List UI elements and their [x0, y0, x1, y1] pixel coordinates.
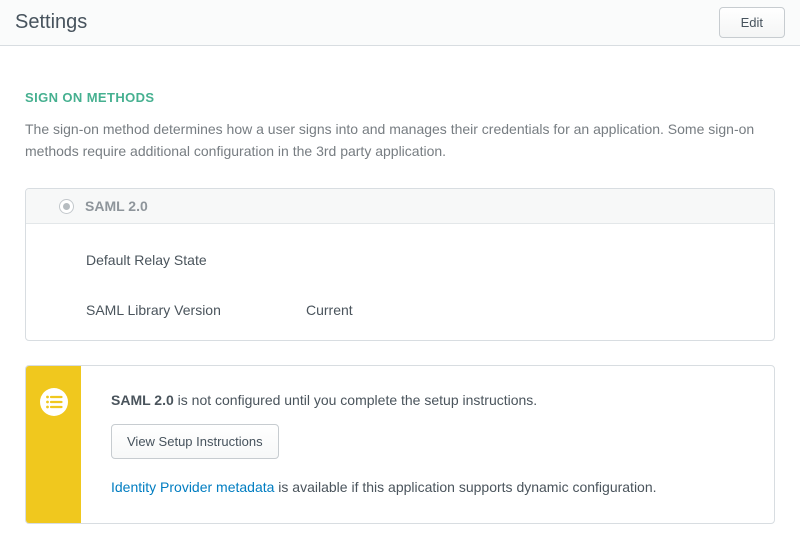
callout-content: SAML 2.0 is not configured until you com… — [81, 366, 677, 523]
edit-button[interactable]: Edit — [719, 7, 785, 38]
saml-card-header: SAML 2.0 — [26, 189, 774, 224]
callout-secondary-rest: is available if this application support… — [274, 479, 656, 495]
callout-message-rest: is not configured until you complete the… — [174, 392, 537, 408]
sign-on-methods-description: The sign-on method determines how a user… — [25, 119, 775, 162]
callout-message-bold: SAML 2.0 — [111, 392, 174, 408]
callout-warning-strip — [26, 366, 81, 523]
field-label: SAML Library Version — [86, 302, 306, 318]
page-header: Settings Edit — [0, 0, 800, 46]
radio-selected-dot — [63, 203, 70, 210]
saml-card-title: SAML 2.0 — [85, 198, 148, 214]
sign-on-methods-heading: SIGN ON METHODS — [25, 90, 775, 105]
settings-content: SIGN ON METHODS The sign-on method deter… — [0, 90, 800, 524]
setup-callout: SAML 2.0 is not configured until you com… — [25, 365, 775, 524]
saml-card-body: Default Relay State SAML Library Version… — [26, 224, 774, 340]
field-label: Default Relay State — [86, 252, 306, 268]
field-value: Current — [306, 302, 353, 318]
field-row-default-relay-state: Default Relay State — [86, 252, 754, 268]
saml-card: SAML 2.0 Default Relay State SAML Librar… — [25, 188, 775, 341]
callout-message: SAML 2.0 is not configured until you com… — [111, 392, 657, 408]
setup-instructions-icon — [39, 387, 69, 417]
field-row-saml-library-version: SAML Library Version Current — [86, 302, 754, 318]
view-setup-instructions-button[interactable]: View Setup Instructions — [111, 424, 279, 459]
saml-radio-button[interactable] — [59, 199, 74, 214]
page-title: Settings — [15, 11, 87, 34]
identity-provider-metadata-link[interactable]: Identity Provider metadata — [111, 479, 274, 495]
callout-secondary-message: Identity Provider metadata is available … — [111, 479, 657, 495]
